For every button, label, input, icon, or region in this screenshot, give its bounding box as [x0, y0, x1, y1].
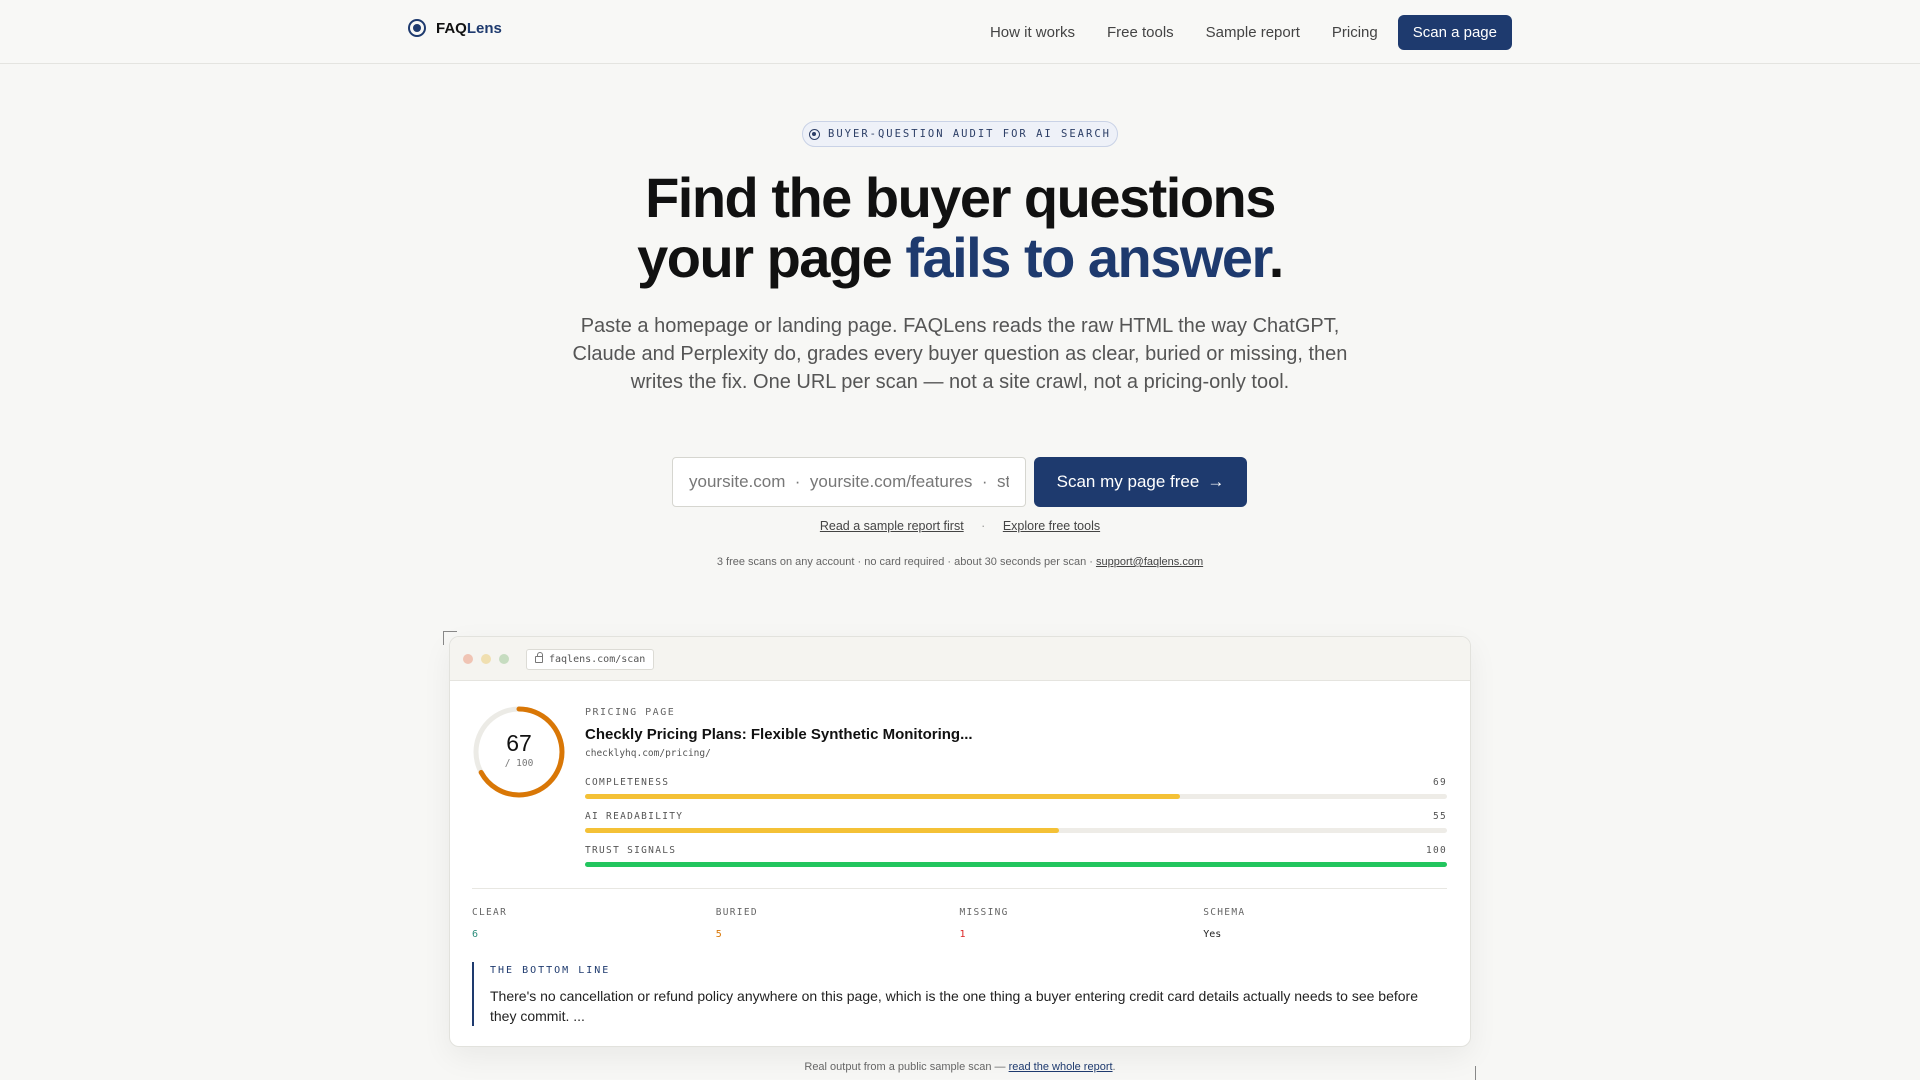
- count-label: SCHEMA: [1203, 907, 1246, 918]
- fineprint-text: 3 free scans on any account · no card re…: [716, 556, 1096, 568]
- nav-link-how-it-works[interactable]: How it works: [990, 24, 1075, 41]
- count-value: 5: [715, 929, 722, 940]
- arrow-right-icon: →: [1207, 472, 1225, 491]
- metric-value: 100: [1425, 845, 1447, 856]
- url-input[interactable]: [672, 457, 1026, 507]
- count-value: Yes: [1203, 929, 1222, 940]
- metric-label: AI READABILITY: [585, 811, 684, 822]
- window-titlebar: faqlens.com/scan: [450, 637, 1470, 681]
- metric-fill: [585, 794, 1180, 799]
- metric-value: 69: [1432, 777, 1447, 788]
- page-type: PRICING PAGE: [585, 707, 676, 718]
- count-label: CLEAR: [472, 907, 508, 918]
- hero-headline: Find the buyer questions your page fails…: [0, 168, 1920, 288]
- count-buried: BURIED 5: [716, 907, 960, 940]
- metric-label: TRUST SIGNALS: [585, 845, 677, 856]
- page-title: Checkly Pricing Plans: Flexible Syntheti…: [585, 726, 973, 743]
- count-missing: MISSING 1: [960, 907, 1204, 940]
- count-value: 1: [959, 929, 966, 940]
- count-schema: SCHEMA Yes: [1203, 907, 1447, 940]
- hero-badge: BUYER-QUESTION AUDIT FOR AI SEARCH: [802, 121, 1118, 147]
- bottom-line: THE BOTTOM LINE There's no cancellation …: [472, 962, 1447, 1026]
- report-header: PRICING PAGE Checkly Pricing Plans: Flex…: [585, 707, 1447, 759]
- question-counts: CLEAR 6 BURIED 5 MISSING 1 SCHEMA Yes: [472, 907, 1447, 940]
- read-sample-report-link[interactable]: Read a sample report first: [820, 519, 964, 533]
- lock-icon: [535, 652, 543, 663]
- bottom-line-title: THE BOTTOM LINE: [490, 965, 611, 976]
- top-nav: FAQLens How it works Free tools Sample r…: [0, 0, 1920, 64]
- scan-my-page-button[interactable]: Scan my page free →: [1034, 457, 1247, 507]
- fineprint: 3 free scans on any account · no card re…: [0, 556, 1920, 568]
- count-clear: CLEAR 6: [472, 907, 716, 940]
- brand-name: FAQLens: [436, 19, 502, 37]
- minimize-dot-icon: [481, 654, 491, 664]
- read-whole-report-link[interactable]: read the whole report: [1009, 1061, 1113, 1073]
- headline-line-1: Find the buyer questions: [645, 166, 1276, 229]
- report-caption: Real output from a public sample scan — …: [0, 1061, 1920, 1073]
- count-label: BURIED: [715, 907, 758, 918]
- address-bar: faqlens.com/scan: [526, 649, 655, 670]
- headline-line-2: your page: [637, 226, 906, 289]
- caption-end: .: [1112, 1061, 1116, 1073]
- nav-link-free-tools[interactable]: Free tools: [1107, 24, 1174, 41]
- address-url: faqlens.com/scan: [549, 654, 646, 665]
- page-url: checklyhq.com/pricing/: [585, 748, 711, 759]
- metric-track: [585, 794, 1447, 799]
- divider: [472, 888, 1447, 889]
- nav-links: How it works Free tools Sample report Pr…: [990, 15, 1512, 50]
- explore-free-tools-link[interactable]: Explore free tools: [1003, 519, 1100, 533]
- metric-label: COMPLETENESS: [585, 777, 670, 788]
- bottom-line-text: There's no cancellation or refund policy…: [490, 988, 1419, 1024]
- hero-links: Read a sample report first · Explore fre…: [0, 519, 1920, 533]
- nav-link-pricing[interactable]: Pricing: [1332, 24, 1378, 41]
- hero-subtitle: Paste a homepage or landing page. FAQLen…: [572, 315, 1348, 393]
- metric-fill: [585, 862, 1447, 867]
- score-value: 67: [506, 730, 532, 756]
- metric-value: 55: [1432, 811, 1447, 822]
- brand-logo[interactable]: FAQLens: [408, 19, 502, 37]
- link-separator: ·: [981, 519, 986, 533]
- scan-form: Scan my page free →: [672, 457, 1247, 507]
- scan-button-label: Scan my page free: [1056, 472, 1200, 491]
- metric-fill: [585, 828, 1060, 833]
- count-label: MISSING: [959, 907, 1009, 918]
- score-max: / 100: [504, 758, 534, 769]
- support-email-link[interactable]: support@faqlens.com: [1096, 556, 1203, 568]
- maximize-dot-icon: [499, 654, 509, 664]
- count-value: 6: [472, 929, 479, 940]
- caption-text: Real output from a public sample scan —: [804, 1061, 1009, 1073]
- headline-accent: fails to answer: [905, 226, 1270, 289]
- target-icon: [809, 128, 821, 140]
- nav-link-sample-report[interactable]: Sample report: [1206, 24, 1300, 41]
- headline-period: .: [1268, 226, 1285, 289]
- metric-track: [585, 828, 1447, 833]
- metric-ai-readability: AI READABILITY 55: [585, 811, 1447, 833]
- metric-completeness: COMPLETENESS 69: [585, 777, 1447, 799]
- metric-track: [585, 862, 1447, 867]
- badge-label: BUYER-QUESTION AUDIT FOR AI SEARCH: [828, 128, 1111, 140]
- sample-report-window: faqlens.com/scan 67 / 100 PRICING PAGE C…: [449, 636, 1471, 1047]
- scan-a-page-button[interactable]: Scan a page: [1397, 15, 1512, 50]
- metric-trust-signals: TRUST SIGNALS 100: [585, 845, 1447, 867]
- target-icon: [408, 19, 426, 37]
- score-gauge: 67 / 100: [472, 705, 566, 799]
- close-dot-icon: [463, 654, 473, 664]
